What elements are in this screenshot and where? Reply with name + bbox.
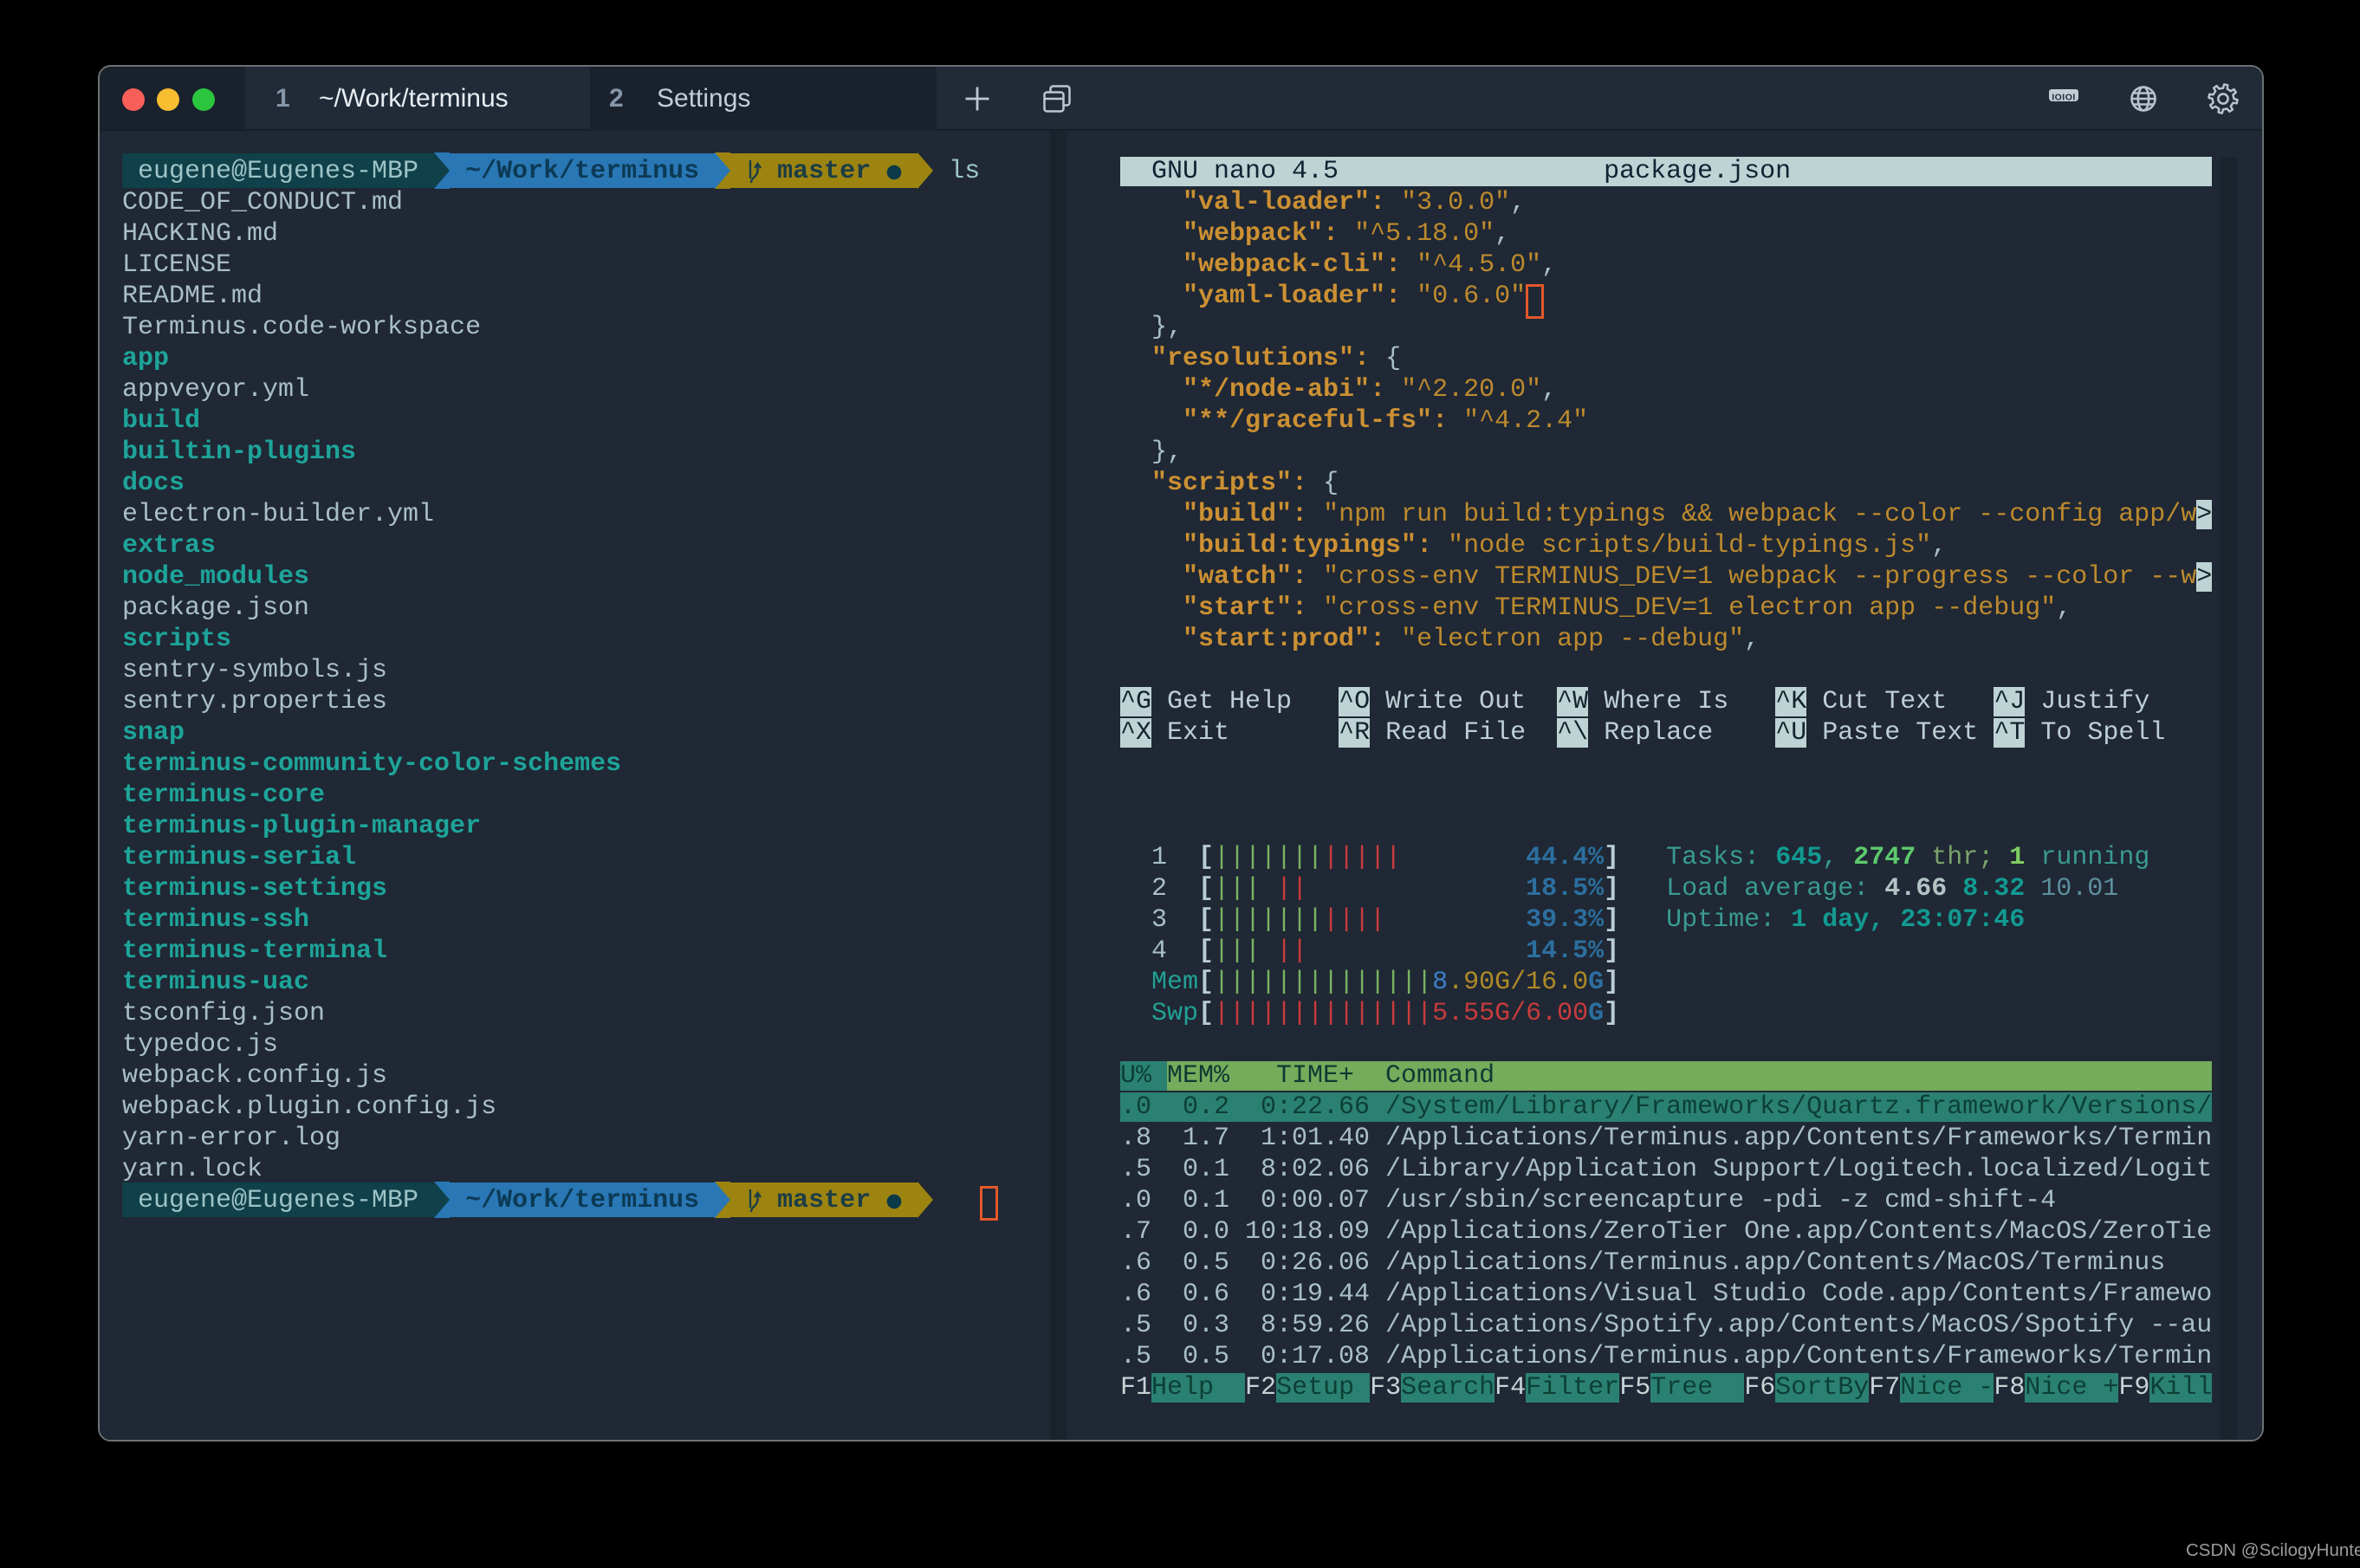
svg-text:IOIOI: IOIOI: [2052, 93, 2076, 103]
